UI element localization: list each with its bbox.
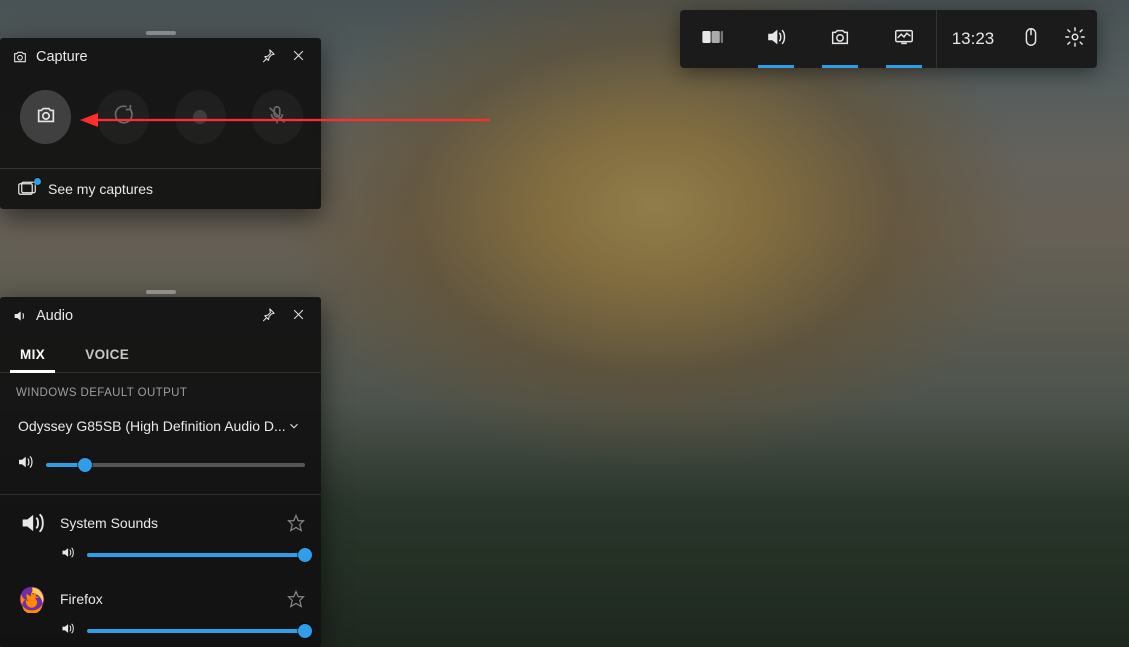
- app-volume-slider[interactable]: [87, 629, 305, 633]
- audio-app-row: System Sounds: [0, 499, 321, 575]
- output-device-dropdown[interactable]: Odyssey G85SB (High Definition Audio D..…: [14, 409, 307, 443]
- gamebar-widgets-button[interactable]: [680, 10, 744, 68]
- audio-panel: Audio MIX VOICE WINDOWS DEFAULT OUTPUT O…: [0, 297, 321, 647]
- audio-close-button[interactable]: [283, 301, 313, 331]
- see-my-captures-label: See my captures: [48, 181, 153, 197]
- performance-icon: [893, 26, 915, 53]
- screenshot-button[interactable]: [20, 90, 71, 144]
- audio-app-row: Firefox: [0, 575, 321, 647]
- camera-icon: [12, 49, 28, 65]
- audio-panel-title: Audio: [36, 308, 73, 324]
- speaker-icon: [60, 621, 75, 641]
- capture-panel-title: Capture: [36, 49, 88, 65]
- gamebar-mouse-button[interactable]: [1009, 10, 1053, 68]
- gamebar-performance-active-indicator: [886, 65, 922, 68]
- app-volume-slider[interactable]: [87, 553, 305, 557]
- output-device-value: Odyssey G85SB (High Definition Audio D..…: [18, 418, 287, 434]
- audio-divider: [0, 494, 321, 495]
- record-last-button[interactable]: [97, 90, 148, 144]
- audio-apps-list: System Sounds Firefox: [0, 499, 321, 647]
- audio-panel-header: Audio: [0, 297, 321, 335]
- slider-thumb[interactable]: [298, 548, 312, 562]
- pin-icon: [261, 307, 276, 326]
- notification-dot: [34, 178, 41, 185]
- gallery-icon: [18, 181, 38, 197]
- chevron-down-icon: [287, 419, 301, 433]
- record-icon: [193, 110, 207, 124]
- gear-icon: [1064, 26, 1086, 53]
- favorite-star-button[interactable]: [287, 590, 305, 608]
- widgets-icon: [701, 26, 723, 53]
- speaker-icon: [60, 545, 75, 565]
- capture-close-button[interactable]: [283, 42, 313, 72]
- mic-off-icon: [266, 104, 288, 131]
- capture-pin-button[interactable]: [253, 42, 283, 72]
- capture-panel-header: Capture: [0, 38, 321, 76]
- app-icon: [16, 507, 48, 539]
- gamebar-capture-button[interactable]: [808, 10, 872, 68]
- mic-toggle-button[interactable]: [252, 90, 303, 144]
- see-my-captures-button[interactable]: See my captures: [0, 168, 321, 209]
- camera-icon: [829, 26, 851, 53]
- slider-thumb[interactable]: [298, 624, 312, 638]
- close-icon: [291, 48, 306, 67]
- gamebar-audio-active-indicator: [758, 65, 794, 68]
- pin-icon: [261, 48, 276, 67]
- speaker-icon: [16, 453, 34, 476]
- audio-pin-button[interactable]: [253, 301, 283, 331]
- gamebar-capture-active-indicator: [822, 65, 858, 68]
- speaker-icon: [12, 308, 28, 324]
- speaker-icon: [765, 26, 787, 53]
- master-volume-slider[interactable]: [46, 463, 305, 467]
- master-volume-row: [0, 453, 321, 494]
- gamebar-audio-button[interactable]: [744, 10, 808, 68]
- capture-panel: Capture: [0, 38, 321, 209]
- default-output-label: WINDOWS DEFAULT OUTPUT: [0, 373, 321, 405]
- app-name-label: Firefox: [60, 591, 275, 607]
- rewind-icon: [112, 104, 134, 131]
- mouse-icon: [1020, 26, 1042, 53]
- app-icon: [16, 583, 48, 615]
- app-name-label: System Sounds: [60, 515, 275, 531]
- gamebar-settings-button[interactable]: [1053, 10, 1097, 68]
- gamebar-performance-button[interactable]: [872, 10, 936, 68]
- close-icon: [291, 307, 306, 326]
- capture-panel-grip[interactable]: [146, 31, 176, 35]
- gamebar-clock: 13:23: [937, 10, 1009, 68]
- gamebar-toolbar: 13:23: [680, 10, 1097, 68]
- slider-thumb[interactable]: [78, 458, 92, 472]
- favorite-star-button[interactable]: [287, 514, 305, 532]
- audio-tabs: MIX VOICE: [0, 335, 321, 373]
- capture-actions-row: [0, 76, 321, 168]
- start-record-button[interactable]: [175, 90, 226, 144]
- audio-panel-grip[interactable]: [146, 290, 176, 294]
- tab-voice[interactable]: VOICE: [65, 339, 149, 372]
- camera-icon: [35, 104, 57, 131]
- tab-mix[interactable]: MIX: [0, 339, 65, 372]
